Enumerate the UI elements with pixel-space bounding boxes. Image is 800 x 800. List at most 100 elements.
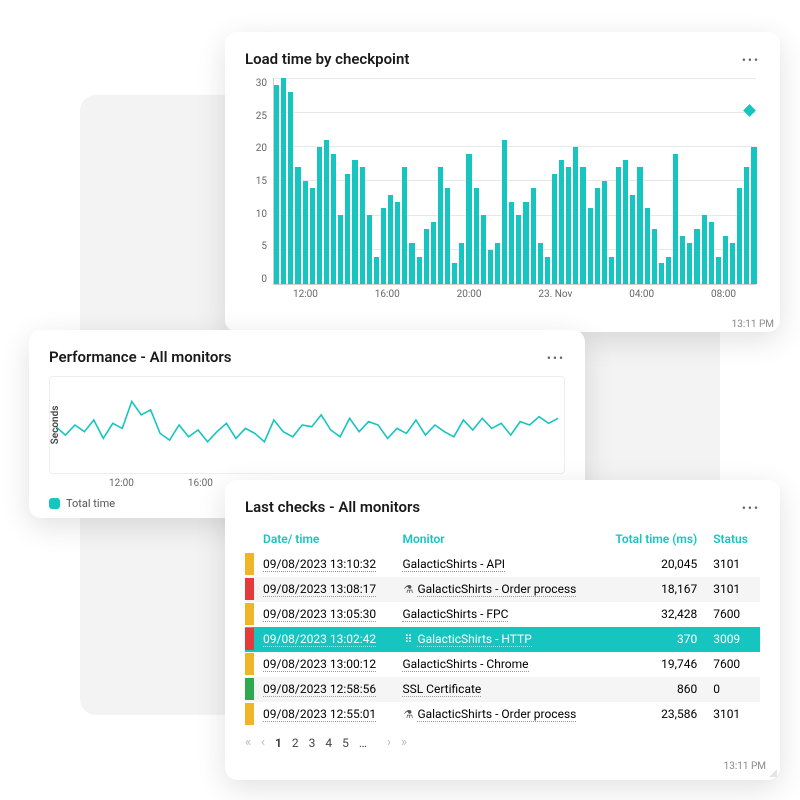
bar[interactable]	[367, 215, 372, 284]
bar[interactable]	[694, 229, 699, 284]
pager: « ‹ 12345 … › »	[245, 735, 760, 750]
table-row[interactable]: 09/08/2023 12:58:56SSL Certificate8600	[245, 677, 760, 702]
bar[interactable]	[659, 263, 664, 284]
bar[interactable]	[595, 188, 600, 284]
bar[interactable]	[637, 167, 642, 284]
bar[interactable]	[466, 154, 471, 284]
bar[interactable]	[702, 215, 707, 284]
bar[interactable]	[744, 167, 749, 284]
bar[interactable]	[737, 188, 742, 284]
pager-page[interactable]: 3	[309, 736, 316, 750]
bar[interactable]	[602, 181, 607, 284]
legend-swatch-icon	[49, 498, 60, 509]
bar[interactable]	[360, 167, 365, 284]
bar[interactable]	[445, 188, 450, 284]
bar[interactable]	[609, 257, 614, 284]
bar[interactable]	[381, 208, 386, 284]
bar[interactable]	[566, 167, 571, 284]
table-row[interactable]: 09/08/2023 13:02:42⠿ GalacticShirts - HT…	[245, 627, 760, 652]
pager-page[interactable]: 1	[275, 736, 282, 750]
pager-next-icon[interactable]: ›	[387, 735, 391, 750]
bar[interactable]	[652, 229, 657, 284]
bar[interactable]	[523, 202, 528, 284]
pager-page[interactable]: …	[359, 736, 367, 750]
bar[interactable]	[687, 243, 692, 284]
bar[interactable]	[388, 195, 393, 284]
bar[interactable]	[352, 160, 357, 284]
bar[interactable]	[395, 202, 400, 284]
bar[interactable]	[281, 78, 286, 284]
status-indicator	[245, 603, 254, 625]
bar[interactable]	[345, 174, 350, 284]
pager-first-icon[interactable]: «	[245, 735, 251, 750]
more-icon[interactable]	[742, 50, 760, 68]
bar[interactable]	[502, 140, 507, 284]
bar[interactable]	[751, 147, 756, 284]
bar[interactable]	[559, 160, 564, 284]
pager-page[interactable]: 5	[342, 736, 349, 750]
col-datetime[interactable]: Date/ time	[255, 526, 394, 552]
bar[interactable]	[680, 236, 685, 284]
bar[interactable]	[459, 243, 464, 284]
bar[interactable]	[666, 257, 671, 284]
bar[interactable]	[402, 167, 407, 284]
table-row[interactable]: 09/08/2023 13:05:30GalacticShirts - FPC3…	[245, 602, 760, 627]
bar[interactable]	[580, 167, 585, 284]
resize-handle-icon[interactable]	[768, 768, 778, 778]
status-indicator	[245, 653, 254, 675]
bar[interactable]	[630, 195, 635, 284]
bar[interactable]	[495, 243, 500, 284]
pager-prev-icon[interactable]: ‹	[261, 735, 265, 750]
bar[interactable]	[438, 167, 443, 284]
bar[interactable]	[673, 154, 678, 284]
bar[interactable]	[716, 257, 721, 284]
bar[interactable]	[538, 243, 543, 284]
pager-page[interactable]: 4	[325, 736, 332, 750]
timestamp: 13:11 PM	[724, 761, 766, 772]
bar[interactable]	[431, 222, 436, 284]
bar[interactable]	[409, 243, 414, 284]
col-monitor[interactable]: Monitor	[394, 526, 599, 552]
bar[interactable]	[452, 263, 457, 284]
table-row[interactable]: 09/08/2023 13:00:12GalacticShirts - Chro…	[245, 652, 760, 677]
bar[interactable]	[295, 167, 300, 284]
bar[interactable]	[310, 188, 315, 284]
bar[interactable]	[274, 85, 279, 284]
col-total[interactable]: Total time (ms)	[600, 526, 706, 552]
bar[interactable]	[374, 257, 379, 284]
bar[interactable]	[474, 188, 479, 284]
bar[interactable]	[417, 257, 422, 284]
bar[interactable]	[324, 140, 329, 284]
table-row[interactable]: 09/08/2023 13:08:17⚗ GalacticShirts - Or…	[245, 577, 760, 602]
bar[interactable]	[552, 174, 557, 284]
more-icon[interactable]	[742, 498, 760, 516]
bar[interactable]	[424, 229, 429, 284]
bar[interactable]	[303, 181, 308, 284]
col-status[interactable]: Status	[705, 526, 760, 552]
bar[interactable]	[531, 188, 536, 284]
bar[interactable]	[616, 167, 621, 284]
table-row[interactable]: 09/08/2023 12:55:01⚗ GalacticShirts - Or…	[245, 702, 760, 727]
more-icon[interactable]	[547, 348, 565, 366]
bar[interactable]	[509, 202, 514, 284]
y-axis-label: Seconds	[50, 406, 61, 445]
bar[interactable]	[488, 250, 493, 284]
bar[interactable]	[516, 215, 521, 284]
pager-last-icon[interactable]: »	[401, 735, 407, 750]
bar[interactable]	[573, 147, 578, 284]
bar[interactable]	[481, 215, 486, 284]
bar[interactable]	[730, 243, 735, 284]
bar[interactable]	[317, 147, 322, 284]
bar[interactable]	[338, 215, 343, 284]
bar[interactable]	[588, 208, 593, 284]
bar[interactable]	[645, 208, 650, 284]
bar[interactable]	[709, 222, 714, 284]
bar[interactable]	[723, 236, 728, 284]
table-row[interactable]: 09/08/2023 13:10:32GalacticShirts - API2…	[245, 552, 760, 577]
bar[interactable]	[288, 92, 293, 284]
bar[interactable]	[331, 154, 336, 284]
bar[interactable]	[623, 160, 628, 284]
bar[interactable]	[545, 257, 550, 284]
grid-icon: ⠿	[402, 633, 414, 646]
pager-page[interactable]: 2	[292, 736, 299, 750]
